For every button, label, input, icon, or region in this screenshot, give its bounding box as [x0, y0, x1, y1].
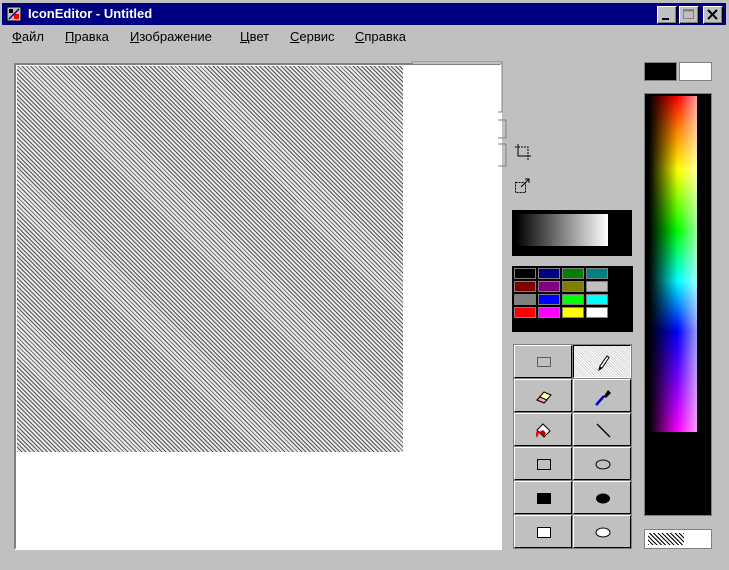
canvas-size-markers	[412, 61, 507, 167]
minimize-icon	[662, 18, 669, 20]
palette-swatch[interactable]	[562, 294, 584, 305]
icon-editor-window: IconEditor - Untitled Файл Правка Изобра…	[0, 0, 729, 570]
ellipse-white-icon	[595, 527, 611, 538]
pattern-selector[interactable]	[644, 529, 712, 549]
palette-swatch[interactable]	[514, 307, 536, 318]
dotted-rect-icon	[537, 357, 551, 367]
icon-canvas[interactable]	[17, 66, 403, 452]
ellipse-white-tool[interactable]	[573, 515, 631, 548]
fill-tool[interactable]	[514, 413, 572, 446]
menu-edit[interactable]: Правка	[65, 29, 109, 44]
menu-color[interactable]: Цвет	[240, 29, 269, 44]
ellipse-filled-tool[interactable]	[573, 481, 631, 514]
ellipse-filled-icon	[596, 493, 610, 504]
palette-swatch[interactable]	[586, 294, 608, 305]
palette-swatch[interactable]	[562, 281, 584, 292]
paint-bucket-icon	[536, 423, 551, 438]
rect-outline-icon	[537, 459, 551, 470]
gradient-preview[interactable]	[512, 210, 632, 256]
select-rect-tool[interactable]	[514, 345, 572, 378]
palette-swatch[interactable]	[562, 307, 584, 318]
menu-service[interactable]: Сервис	[290, 29, 335, 44]
menu-help[interactable]: Справка	[355, 29, 406, 44]
color-palette	[512, 266, 633, 332]
palette-swatch[interactable]	[514, 268, 536, 279]
rect-white-icon	[537, 527, 551, 538]
menu-bar: Файл Правка Изображение Цвет Сервис Спра…	[2, 27, 726, 47]
palette-swatch[interactable]	[586, 307, 608, 318]
minimize-button[interactable]	[657, 6, 677, 24]
app-icon	[6, 6, 22, 22]
gradient-bar	[516, 214, 608, 246]
spectrum-shade	[649, 96, 697, 432]
palette-swatch[interactable]	[538, 281, 560, 292]
tools-panel	[513, 344, 632, 549]
ellipse-outline-tool[interactable]	[573, 447, 631, 480]
palette-swatch[interactable]	[586, 281, 608, 292]
palette-swatch[interactable]	[538, 307, 560, 318]
foreground-color[interactable]	[644, 62, 677, 81]
title-bar[interactable]: IconEditor - Untitled	[2, 3, 726, 25]
resize-canvas-icon[interactable]	[514, 176, 532, 194]
hatch-pattern	[648, 533, 684, 545]
window-title: IconEditor - Untitled	[28, 6, 153, 21]
pencil-icon	[598, 355, 610, 372]
background-color[interactable]	[679, 62, 712, 81]
maximize-icon	[683, 9, 694, 19]
rect-outline-tool[interactable]	[514, 447, 572, 480]
eyedropper-tool[interactable]	[573, 379, 631, 412]
maximize-button[interactable]	[679, 6, 699, 24]
palette-swatch[interactable]	[538, 294, 560, 305]
rect-filled-tool[interactable]	[514, 481, 572, 514]
palette-swatch[interactable]	[514, 294, 536, 305]
pencil-tool[interactable]	[573, 345, 631, 378]
palette-swatch[interactable]	[514, 281, 536, 292]
close-button[interactable]	[703, 6, 723, 24]
eraser-tool[interactable]	[514, 379, 572, 412]
menu-image[interactable]: Изображение	[130, 29, 212, 44]
eraser-icon	[536, 391, 552, 404]
line-icon	[596, 423, 611, 438]
menu-file[interactable]: Файл	[12, 29, 44, 44]
rect-filled-icon	[537, 493, 551, 504]
crop-icon[interactable]	[514, 143, 532, 161]
rect-white-tool[interactable]	[514, 515, 572, 548]
close-icon	[707, 9, 718, 20]
palette-swatch[interactable]	[586, 268, 608, 279]
ellipse-outline-icon	[595, 459, 611, 470]
eyedropper-icon	[595, 390, 611, 406]
palette-swatch[interactable]	[562, 268, 584, 279]
line-tool[interactable]	[573, 413, 631, 446]
spectrum-picker[interactable]	[644, 93, 712, 516]
palette-swatch[interactable]	[538, 268, 560, 279]
